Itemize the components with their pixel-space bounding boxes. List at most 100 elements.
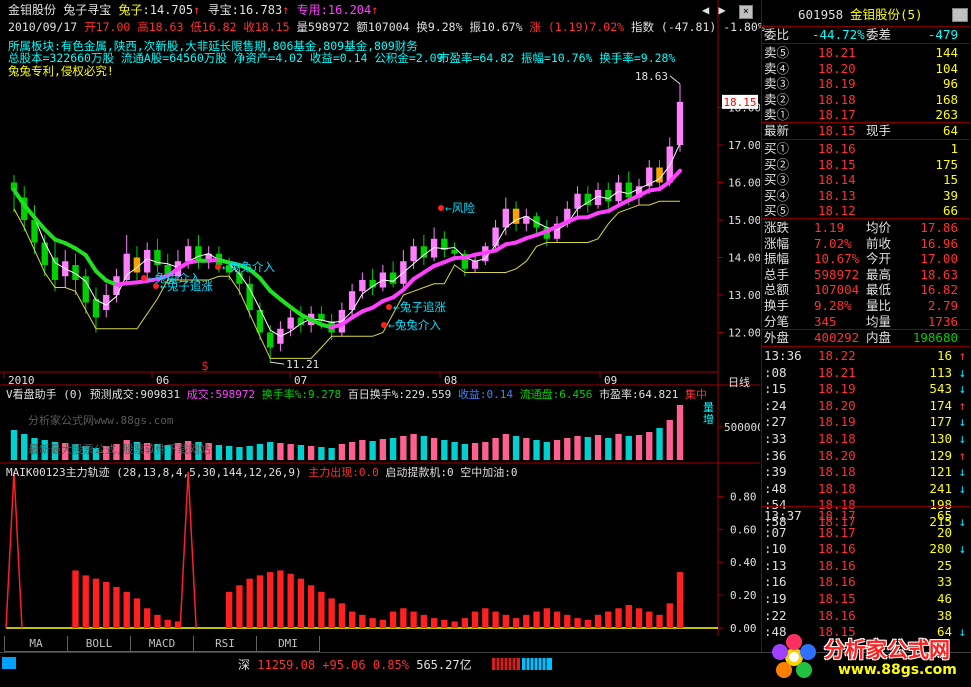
tick-row: :3318.18130↓ [762, 430, 970, 447]
indicator-bar [144, 608, 150, 628]
quote-turnover: 换9.28% [416, 20, 462, 34]
indicator-params: (28,13,8,4,5,30,144,12,26,9) [116, 466, 301, 479]
tick-row: :1918.1546 [762, 590, 970, 607]
chart-annotation: ←兔子追涨 [160, 279, 213, 293]
indicator-bar [124, 592, 130, 628]
sell-row: 卖②18.18168 [762, 91, 970, 108]
indicator-pane-header: MAIK00123主力轨迹 (28,13,8,4,5,30,144,12,26,… [6, 466, 518, 480]
tick-time: :08 [764, 364, 787, 381]
indicator-bar [72, 570, 78, 628]
chart-annotation: ←兔子追涨 [393, 300, 446, 314]
tick-time: 13:36 [764, 347, 802, 364]
sell-volume: 96 [943, 75, 958, 92]
buy-price: 18.16 [818, 140, 856, 157]
quote-panel: 601958 金钼股份(5) 委比 -44.72% 委差 -479 卖⑤18.2… [761, 0, 971, 652]
candle-body [267, 333, 273, 348]
indicator-bar [328, 598, 334, 628]
tick-price: 18.21 [818, 364, 856, 381]
chart-area[interactable]: 18.0017.0016.0015.0014.0013.0012.0018.15… [0, 0, 760, 652]
candle-body [472, 261, 478, 269]
volume-bar [410, 434, 416, 460]
volume-bar [585, 437, 591, 460]
weibi-label: 委比 [764, 26, 789, 43]
stat-value: 16.96 [920, 235, 958, 252]
stat-value: 7.02% [814, 235, 852, 252]
tick-volume: 33 [937, 573, 952, 590]
tick-volume: 113 [929, 364, 952, 381]
weibi-row: 委比 -44.72% 委差 -479 [762, 26, 970, 43]
panel-menu-icon[interactable] [952, 8, 968, 22]
close-icon[interactable]: × [739, 5, 753, 19]
chart-canvas[interactable]: 18.0017.0016.0015.0014.0013.0012.0018.15… [0, 0, 760, 636]
hand-label: 现手 [866, 122, 891, 139]
outer-label: 外盘 [764, 329, 789, 346]
prev-arrow-icon[interactable]: ◀ [702, 3, 709, 17]
toolbar-left-icon[interactable] [2, 657, 16, 669]
price-tick-label: 12.00 [728, 327, 760, 340]
tick-direction: ↑ [958, 347, 966, 364]
tick-volume: 174 [929, 397, 952, 414]
quote-index: 指数 (-47.81) -1.80% [631, 20, 765, 34]
stat-row: 总额107004最低16.82 [762, 281, 970, 298]
buy-row: 买②18.15175 [762, 156, 970, 173]
tick-direction: ↓ [958, 430, 966, 447]
volume-bar [318, 447, 324, 460]
stat-label: 换手 [764, 297, 789, 314]
tab-boll[interactable]: BOLL [67, 636, 131, 652]
stat-row: 涨跌1.19均价17.86 [762, 219, 970, 236]
tab-dmi[interactable]: DMI [256, 636, 320, 652]
hand-value: 64 [943, 122, 958, 139]
stat-value: 16.82 [920, 281, 958, 298]
price-tick-label: 15.00 [728, 214, 760, 227]
indicator-bar [492, 612, 498, 628]
stat-label: 前收 [866, 235, 891, 252]
indicator-tick-label: 0.00 [730, 622, 757, 635]
mini-bars [492, 658, 554, 673]
buy-price: 18.12 [818, 202, 856, 219]
next-arrow-icon[interactable]: ▶ [718, 3, 725, 17]
signal-dot [153, 283, 159, 289]
indicator-spike [6, 472, 22, 628]
tab-ma[interactable]: MA [4, 636, 68, 652]
tick-row: :1518.19543↓ [762, 380, 970, 397]
stat-row: 涨幅7.02%前收16.96 [762, 235, 970, 252]
tick-row: :4818.18241↓ [762, 480, 970, 497]
watermark-2: 最新最大股票公式,股票软件下载网站 [28, 441, 211, 457]
logo-flower-icon [764, 630, 824, 684]
volume-bar [277, 443, 283, 460]
volume-bar [328, 448, 334, 460]
panel-code: 601958 [798, 6, 843, 23]
candle-body [677, 102, 683, 145]
tab-macd[interactable]: MACD [130, 636, 194, 652]
rabbit-value: 14.705 [150, 3, 193, 17]
tick-price: 18.18 [818, 430, 856, 447]
tick-row: :3918.18121↓ [762, 463, 970, 480]
panel-title: 601958 金钼股份(5) [762, 6, 970, 23]
watermark-1: 分析家公式网www.88gs.com [28, 412, 173, 428]
signal-dot [438, 205, 444, 211]
inner-value: 198680 [913, 329, 958, 346]
signal-dot [386, 304, 392, 310]
sell-row: 卖⑤18.21144 [762, 44, 970, 61]
panel-name: 金钼股份(5) [850, 6, 923, 23]
tab-rsi[interactable]: RSI [193, 636, 257, 652]
tick-price: 18.15 [818, 590, 856, 607]
stat-row: 振幅10.67%今开17.00 [762, 250, 970, 267]
quote-open: 开17.00 [84, 20, 130, 34]
sell-label: 卖④ [764, 60, 789, 77]
volume-bar [246, 446, 252, 460]
volume-bar [523, 438, 529, 460]
tick-direction: ↓ [958, 463, 966, 480]
period-label[interactable]: 日线 [728, 374, 750, 390]
high-price-label: 18.63 [635, 70, 668, 83]
logo-url: www.88gs.com [838, 662, 957, 678]
indicator-bar [277, 570, 283, 628]
date-tick-label: 06 [156, 374, 169, 387]
tick-volume: 280 [929, 540, 952, 557]
volume-bar [564, 438, 570, 460]
tick-row: :2718.19177↓ [762, 413, 970, 430]
indicator-tabs: MA BOLL MACD RSI DMI [0, 636, 760, 652]
quote-volume: 量598972 [296, 20, 349, 34]
tick-time: :22 [764, 607, 787, 624]
tick-row: :1018.16280↓ [762, 540, 970, 557]
